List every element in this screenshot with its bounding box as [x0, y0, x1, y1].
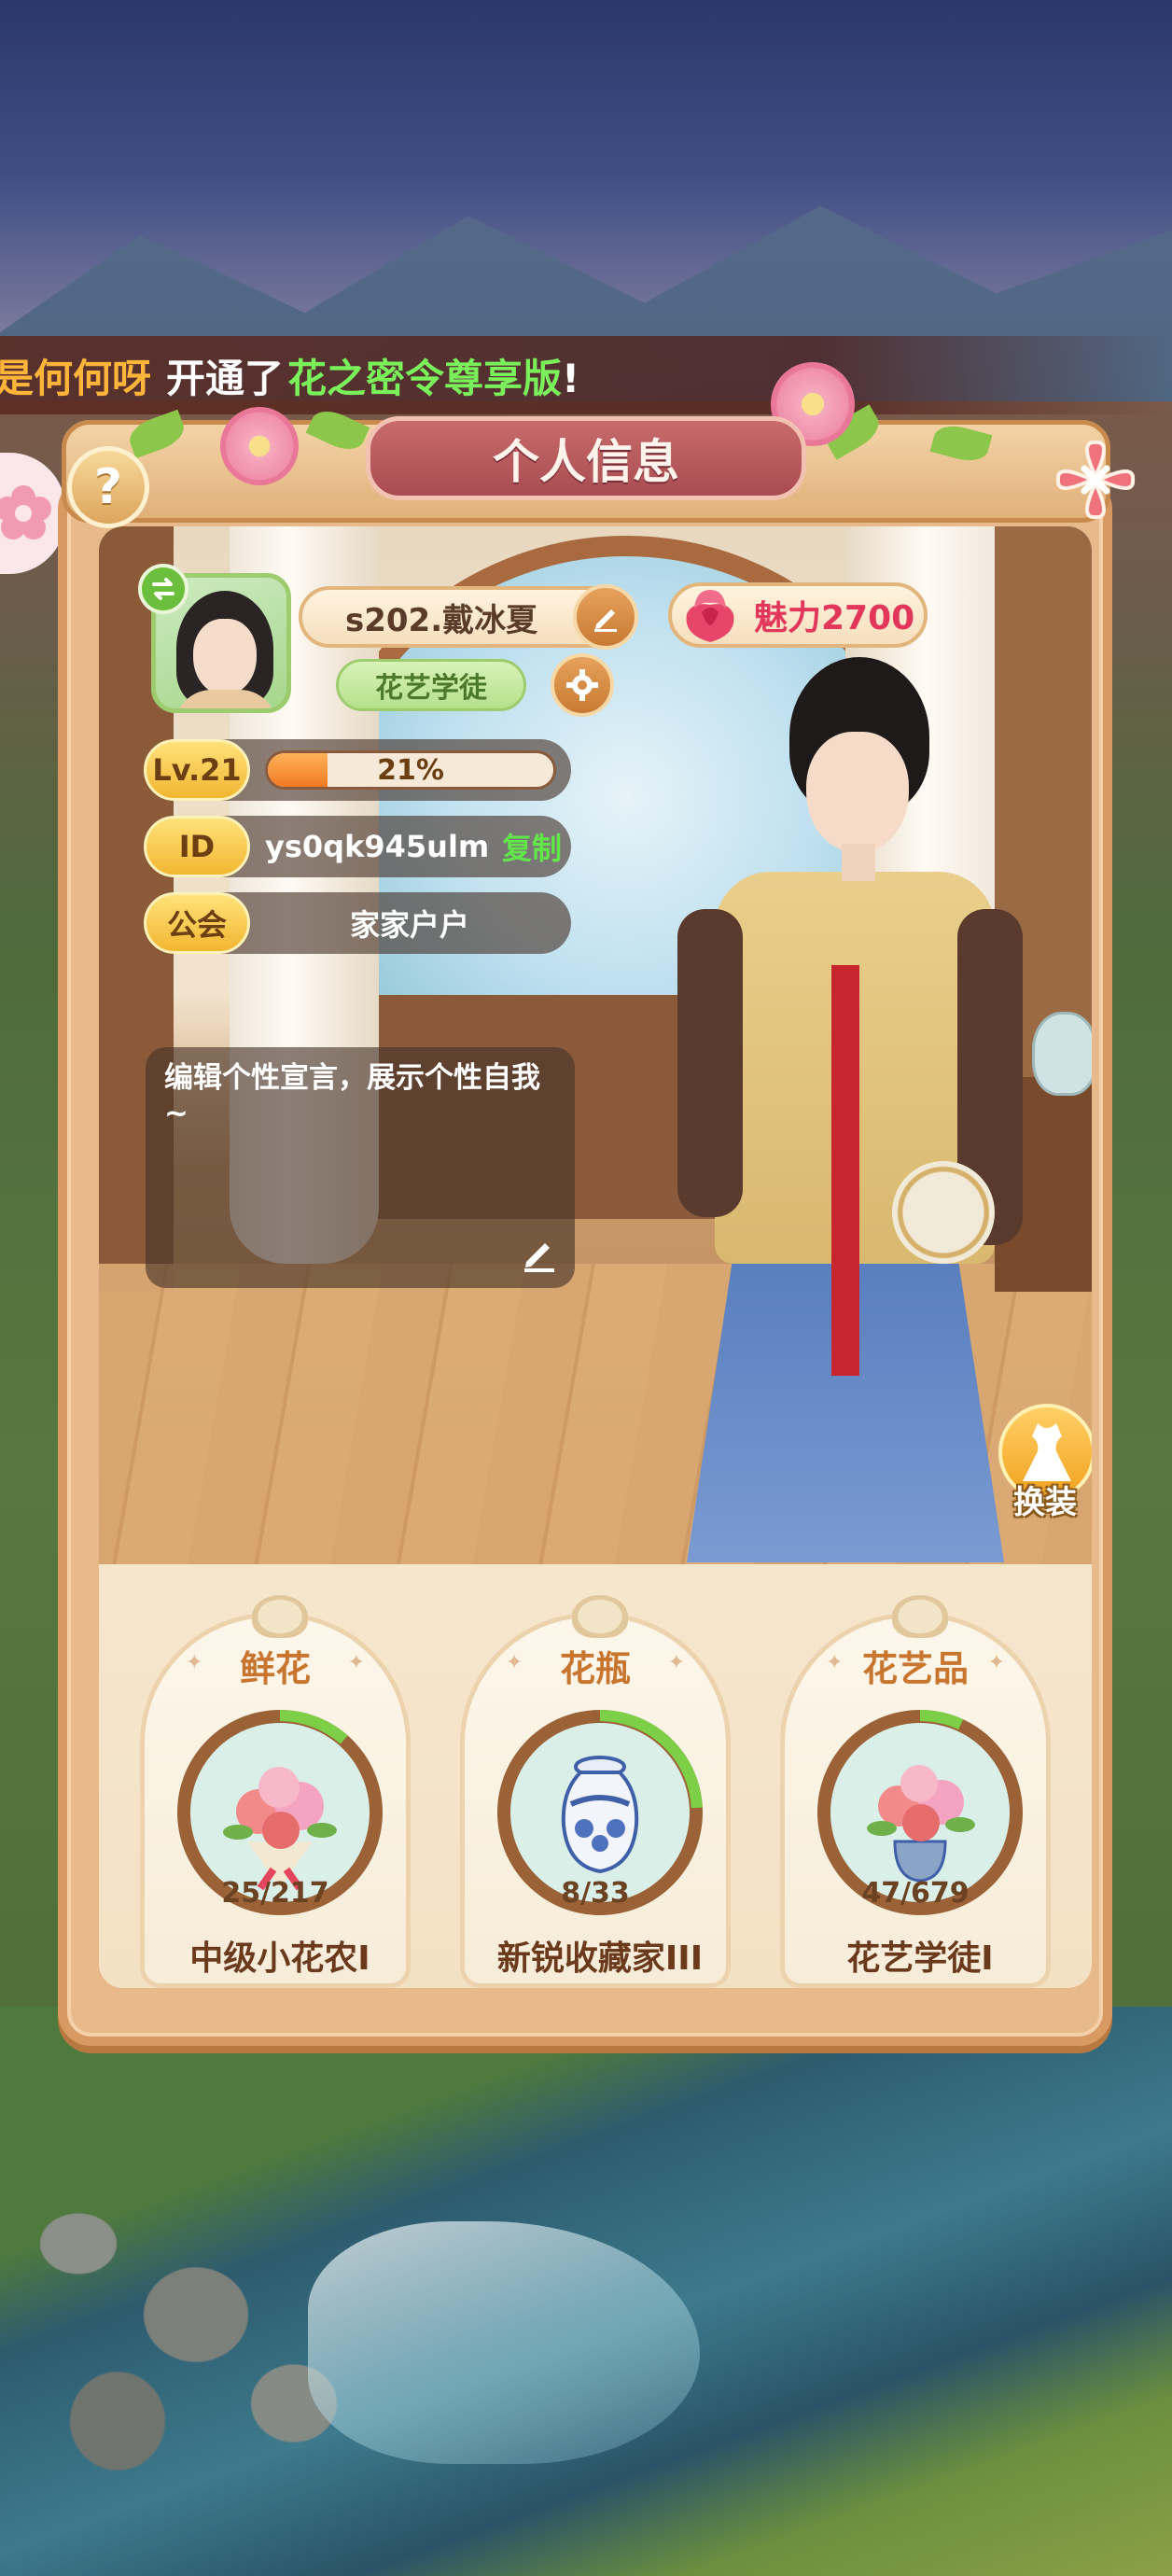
- marquee-player-name: 是何何呀: [0, 355, 152, 401]
- collection-count: 47/679: [861, 1877, 970, 1910]
- edit-name-button[interactable]: [573, 584, 638, 650]
- collection-title: 花瓶: [559, 1648, 631, 1689]
- character-sleeve-left: [677, 909, 743, 1217]
- guild-row: 公会 家家户户: [144, 892, 571, 954]
- collection-title: 花艺品: [861, 1648, 969, 1689]
- character-neck: [842, 844, 875, 881]
- player-id: ys0qk945ulm: [265, 829, 490, 864]
- dressing-room-scene: s202.戴冰夏 花艺学徒 魅力2700 Lv.21 21% ID ys0qk9…: [99, 526, 1092, 1564]
- rose-emblem-icon: [252, 1595, 308, 1638]
- sparkle-icon: ✦: [347, 1651, 365, 1674]
- character-fan: [892, 1161, 995, 1264]
- collection-card-flowers[interactable]: ✦ 鲜花 ✦ 25/217 中级小花农I: [140, 1595, 411, 1988]
- id-row: ID ys0qk945ulm 复制: [144, 816, 571, 877]
- settings-button[interactable]: [551, 653, 614, 717]
- collection-rank: 新锐收藏家III: [496, 1939, 704, 1978]
- character-ribbon: [831, 965, 859, 1376]
- collection-rank: 中级小花农I: [189, 1939, 370, 1978]
- level-tag: Lv.21: [144, 739, 250, 801]
- copy-id-button[interactable]: 复制: [502, 816, 562, 877]
- id-tag: ID: [144, 816, 250, 877]
- marquee-action: 开通了: [166, 355, 285, 401]
- guild-name[interactable]: 家家户户: [265, 892, 554, 954]
- collection-count: 8/33: [561, 1877, 630, 1910]
- avatar-face: [193, 619, 257, 695]
- player-character: [659, 657, 1023, 1562]
- collection-rank: 花艺学徒I: [846, 1939, 994, 1978]
- gear-icon: [566, 669, 598, 701]
- marquee-end: !: [562, 355, 580, 401]
- panel-content: s202.戴冰夏 花艺学徒 魅力2700 Lv.21 21% ID ys0qk9…: [99, 526, 1092, 1988]
- collection-card-vases[interactable]: ✦ 花瓶 ✦ 8/33 新锐收藏家III: [460, 1595, 731, 1988]
- dress-shape-icon: [1023, 1423, 1071, 1481]
- change-outfit-label: 换装: [1013, 1484, 1077, 1521]
- level-progress-text: 21%: [377, 753, 444, 787]
- level-row: Lv.21 21%: [144, 739, 571, 801]
- swap-arrows-icon: [152, 578, 174, 600]
- profile-panel: s202.戴冰夏 花艺学徒 魅力2700 Lv.21 21% ID ys0qk9…: [58, 476, 1112, 2046]
- collections-section: ✦ 鲜花 ✦ 25/217 中级小花农I ✦ 花瓶 ✦ 8/33 新锐收藏家II…: [99, 1564, 1092, 1988]
- player-title-badge: 花艺学徒: [336, 659, 526, 711]
- sparkle-icon: ✦: [667, 1651, 685, 1674]
- pencil-icon[interactable]: [517, 1230, 562, 1275]
- rose-emblem-icon: [892, 1595, 948, 1638]
- pink-flower-decoration: [220, 407, 299, 485]
- motto-text: 编辑个性宣言，展示个性自我~: [164, 1061, 540, 1130]
- change-outfit-button[interactable]: 换装: [995, 1404, 1092, 1544]
- rose-emblem-icon: [572, 1595, 628, 1638]
- help-button[interactable]: ?: [67, 446, 149, 528]
- flower-icon: [0, 485, 51, 539]
- level-progress-bar: 21%: [265, 750, 556, 790]
- motto-box[interactable]: 编辑个性宣言，展示个性自我~: [146, 1047, 575, 1288]
- sparkle-icon: ✦: [987, 1651, 1005, 1674]
- rose-icon: [686, 590, 734, 642]
- collection-count: 25/217: [221, 1877, 329, 1910]
- guild-tag: 公会: [144, 892, 250, 954]
- collection-title: 鲜花: [239, 1648, 311, 1689]
- pencil-icon: [594, 609, 617, 632]
- close-icon[interactable]: [1051, 435, 1140, 525]
- announcement-marquee: 是何何呀 开通了花之密令尊享版!: [0, 336, 1172, 414]
- character-face: [806, 732, 909, 853]
- swap-icon[interactable]: [138, 564, 188, 614]
- page-title: 个人信息: [366, 416, 806, 500]
- marquee-item: 花之密令尊享版: [287, 355, 563, 401]
- collection-card-arrangements[interactable]: ✦ 花艺品 ✦ 47/679 花艺学徒I: [780, 1595, 1051, 1988]
- decor-vase: [1032, 1012, 1092, 1096]
